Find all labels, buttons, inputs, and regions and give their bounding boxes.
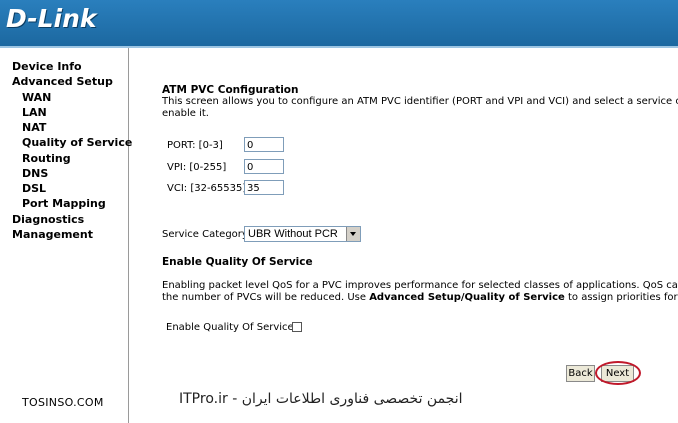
footer-site-text: TOSINSO.COM xyxy=(22,396,104,409)
sidebar-item-port-mapping[interactable]: Port Mapping xyxy=(22,197,106,210)
enable-qos-label: Enable Quality Of Service xyxy=(166,322,294,333)
qos-title: Enable Quality Of Service xyxy=(162,256,313,268)
footer-watermark-left: TOSINSO.COM xyxy=(0,392,128,423)
sidebar-item-management[interactable]: Management xyxy=(12,228,93,241)
sidebar: Device Info Advanced Setup WAN LAN NAT Q… xyxy=(0,48,132,423)
vpi-label: VPI: [0-255] xyxy=(167,162,227,173)
sidebar-item-quality-of-service[interactable]: Quality of Service xyxy=(22,136,132,149)
sidebar-item-dsl[interactable]: DSL xyxy=(22,182,46,195)
enable-qos-checkbox[interactable] xyxy=(292,322,302,332)
back-button[interactable]: Back xyxy=(566,365,595,382)
qos-desc-text-end: to assign priorities for the ap xyxy=(567,292,678,303)
sidebar-item-advanced-setup[interactable]: Advanced Setup xyxy=(12,75,113,88)
port-label: PORT: [0-3] xyxy=(167,140,223,151)
vpi-input[interactable]: 0 xyxy=(244,159,284,174)
sidebar-item-diagnostics[interactable]: Diagnostics xyxy=(12,213,84,226)
main-content: ATM PVC Configuration This screen allows… xyxy=(129,48,678,423)
qos-desc-link-text: Advanced Setup/Quality of Service xyxy=(369,292,565,303)
header-bar: D-Link xyxy=(0,0,678,46)
qos-desc-text: the number of PVCs will be reduced. Use xyxy=(162,292,370,303)
highlight-circle xyxy=(595,361,641,385)
service-category-value: UBR Without PCR xyxy=(248,228,338,240)
watermark-text: ITPro.ir - انجمن تخصصی فناوری اطلاعات ای… xyxy=(179,391,463,407)
sidebar-item-nat[interactable]: NAT xyxy=(22,121,46,134)
chevron-down-icon[interactable] xyxy=(346,227,360,241)
atm-title: ATM PVC Configuration xyxy=(162,84,299,96)
sidebar-item-routing[interactable]: Routing xyxy=(22,152,71,165)
sidebar-item-lan[interactable]: LAN xyxy=(22,106,47,119)
sidebar-item-wan[interactable]: WAN xyxy=(22,91,51,104)
sidebar-item-dns[interactable]: DNS xyxy=(22,167,48,180)
qos-desc-line2: the number of PVCs will be reduced. Use … xyxy=(162,292,678,303)
qos-desc-line1: Enabling packet level QoS for a PVC impr… xyxy=(162,280,678,291)
atm-desc-line2: enable it. xyxy=(162,108,209,119)
atm-desc-line1: This screen allows you to configure an A… xyxy=(162,96,678,107)
vci-label: VCI: [32-65535] xyxy=(167,183,247,194)
sidebar-item-device-info[interactable]: Device Info xyxy=(12,60,82,73)
vci-input[interactable]: 35 xyxy=(244,180,284,195)
dlink-logo: D-Link xyxy=(6,4,97,33)
service-category-label: Service Category: xyxy=(162,229,251,240)
service-category-select[interactable]: UBR Without PCR xyxy=(244,226,361,242)
port-input[interactable]: 0 xyxy=(244,137,284,152)
